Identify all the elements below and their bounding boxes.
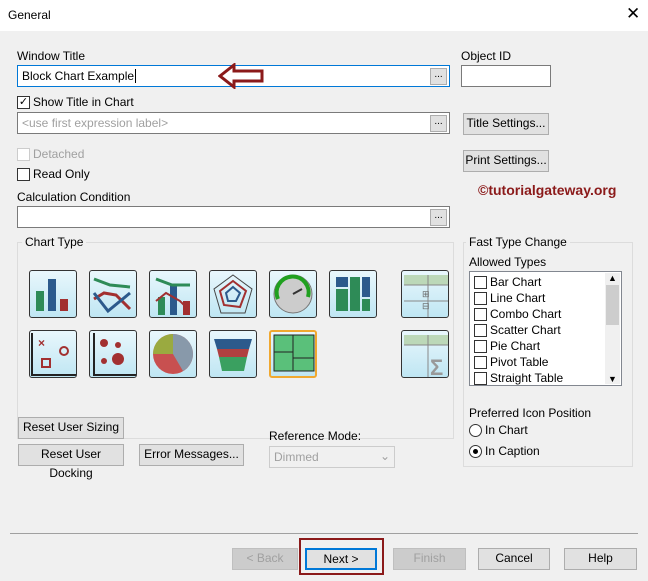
svg-text:Σ: Σ xyxy=(430,355,443,377)
in-caption-label: In Caption xyxy=(485,444,540,458)
calc-condition-browse-button[interactable]: ... xyxy=(430,209,447,226)
window-title-value: Block Chart Example xyxy=(22,69,135,83)
cancel-button[interactable]: Cancel xyxy=(478,548,550,570)
scroll-thumb[interactable] xyxy=(606,285,619,325)
watermark: ©tutorialgateway.org xyxy=(478,182,617,198)
reset-user-sizing-button[interactable]: Reset User Sizing xyxy=(18,417,124,439)
dialog-title: General xyxy=(8,8,51,22)
list-item[interactable]: Straight Table xyxy=(472,370,619,386)
detached-checkbox[interactable]: Detached xyxy=(17,147,85,162)
svg-text:⊞: ⊞ xyxy=(422,289,430,299)
item-label: Straight Table xyxy=(490,371,564,385)
gauge-chart-icon[interactable] xyxy=(269,270,317,318)
object-id-input[interactable] xyxy=(461,65,551,87)
reference-mode-dropdown[interactable]: Dimmed ⌄ xyxy=(269,446,395,468)
detached-box xyxy=(17,148,30,162)
help-button[interactable]: Help xyxy=(564,548,637,570)
read-only-label: Read Only xyxy=(33,167,90,181)
straight-table-icon[interactable]: Σ xyxy=(401,330,449,378)
in-caption-radio[interactable]: In Caption xyxy=(469,444,540,459)
allowed-types-label: Allowed Types xyxy=(469,255,547,269)
grid-chart-icon[interactable] xyxy=(89,330,137,378)
window-title-label: Window Title xyxy=(17,49,86,63)
pivot-table-icon[interactable]: ⊞ ⊟ xyxy=(401,270,449,318)
title-expression-browse-button[interactable]: ... xyxy=(430,115,447,132)
read-only-checkbox[interactable]: Read Only xyxy=(17,167,90,182)
scroll-up-icon[interactable]: ▲ xyxy=(605,273,620,283)
radar-chart-icon[interactable] xyxy=(209,270,257,318)
mekko-chart-icon[interactable] xyxy=(329,270,377,318)
finish-button[interactable]: Finish xyxy=(393,548,466,570)
back-button[interactable]: < Back xyxy=(232,548,298,570)
next-highlight-box xyxy=(299,538,384,575)
scroll-down-icon[interactable]: ▼ xyxy=(605,374,620,384)
svg-text:⊟: ⊟ xyxy=(422,301,430,311)
funnel-chart-icon[interactable] xyxy=(209,330,257,378)
scatter-chart-icon[interactable]: × xyxy=(29,330,77,378)
scrollbar[interactable]: ▲ ▼ xyxy=(605,273,620,384)
list-item[interactable]: Combo Chart xyxy=(472,306,619,322)
list-item[interactable]: Pie Chart xyxy=(472,338,619,354)
checkmark-icon: ✓ xyxy=(17,96,30,110)
title-expression-placeholder: <use first expression label> xyxy=(22,116,169,130)
reference-mode-value: Dimmed xyxy=(274,450,319,464)
list-item[interactable]: Bar Chart xyxy=(472,274,619,290)
error-messages-button[interactable]: Error Messages... xyxy=(139,444,244,466)
combo-chart-icon[interactable] xyxy=(149,270,197,318)
bar-chart-icon[interactable] xyxy=(29,270,77,318)
reference-mode-label: Reference Mode: xyxy=(269,429,362,443)
close-icon[interactable]: ✕ xyxy=(626,4,640,24)
list-item[interactable]: Pivot Table xyxy=(472,354,619,370)
item-label: Pivot Table xyxy=(490,355,549,369)
item-label: Line Chart xyxy=(490,291,546,305)
block-chart-icon[interactable] xyxy=(269,330,317,378)
show-title-label: Show Title in Chart xyxy=(33,95,134,109)
pie-chart-icon[interactable] xyxy=(149,330,197,378)
in-chart-label: In Chart xyxy=(485,423,528,437)
title-bar: General ✕ xyxy=(0,0,648,31)
calc-condition-label: Calculation Condition xyxy=(17,190,131,204)
show-title-checkbox[interactable]: ✓ Show Title in Chart xyxy=(17,95,134,110)
object-id-label: Object ID xyxy=(461,49,512,63)
read-only-box xyxy=(17,168,30,182)
item-label: Bar Chart xyxy=(490,275,542,289)
title-expression-input[interactable]: <use first expression label> ... xyxy=(17,112,450,134)
separator xyxy=(10,533,638,534)
list-item[interactable]: Line Chart xyxy=(472,290,619,306)
item-label: Combo Chart xyxy=(490,307,562,321)
line-chart-icon[interactable] xyxy=(89,270,137,318)
chart-type-label: Chart Type xyxy=(22,235,87,249)
preferred-icon-position-label: Preferred Icon Position xyxy=(469,406,592,420)
list-item[interactable]: Scatter Chart xyxy=(472,322,619,338)
svg-text:×: × xyxy=(38,336,45,350)
chevron-down-icon: ⌄ xyxy=(379,449,390,463)
detached-label: Detached xyxy=(33,147,85,161)
item-label: Scatter Chart xyxy=(490,323,561,337)
in-chart-radio[interactable]: In Chart xyxy=(469,423,528,438)
title-settings-button[interactable]: Title Settings... xyxy=(463,113,549,135)
reset-user-docking-button[interactable]: Reset User Docking xyxy=(18,444,124,480)
print-settings-button[interactable]: Print Settings... xyxy=(463,150,549,172)
calc-condition-input[interactable]: ... xyxy=(17,206,450,228)
fast-type-change-label: Fast Type Change xyxy=(466,235,570,249)
window-title-browse-button[interactable]: ... xyxy=(430,68,447,85)
item-label: Pie Chart xyxy=(490,339,541,353)
red-arrow-annotation xyxy=(218,63,264,89)
allowed-types-list[interactable]: Bar Chart Line Chart Combo Chart Scatter… xyxy=(469,271,622,386)
